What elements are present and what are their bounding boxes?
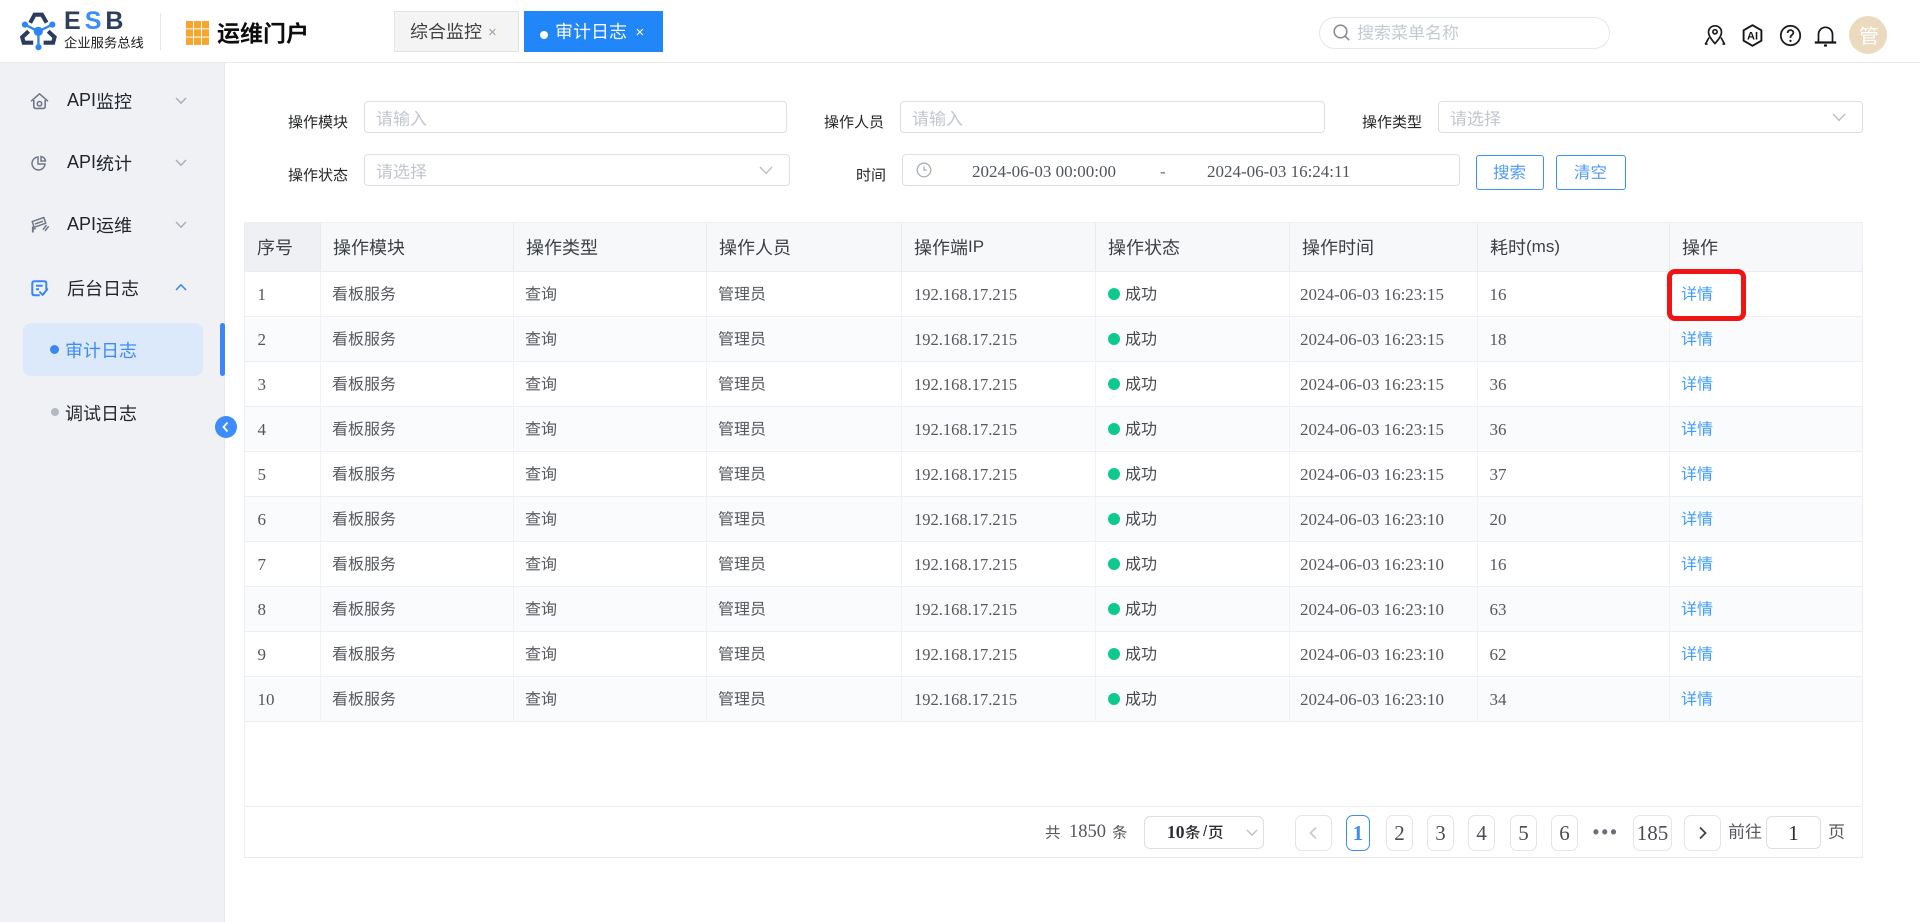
svg-text:AI: AI (1747, 31, 1758, 43)
